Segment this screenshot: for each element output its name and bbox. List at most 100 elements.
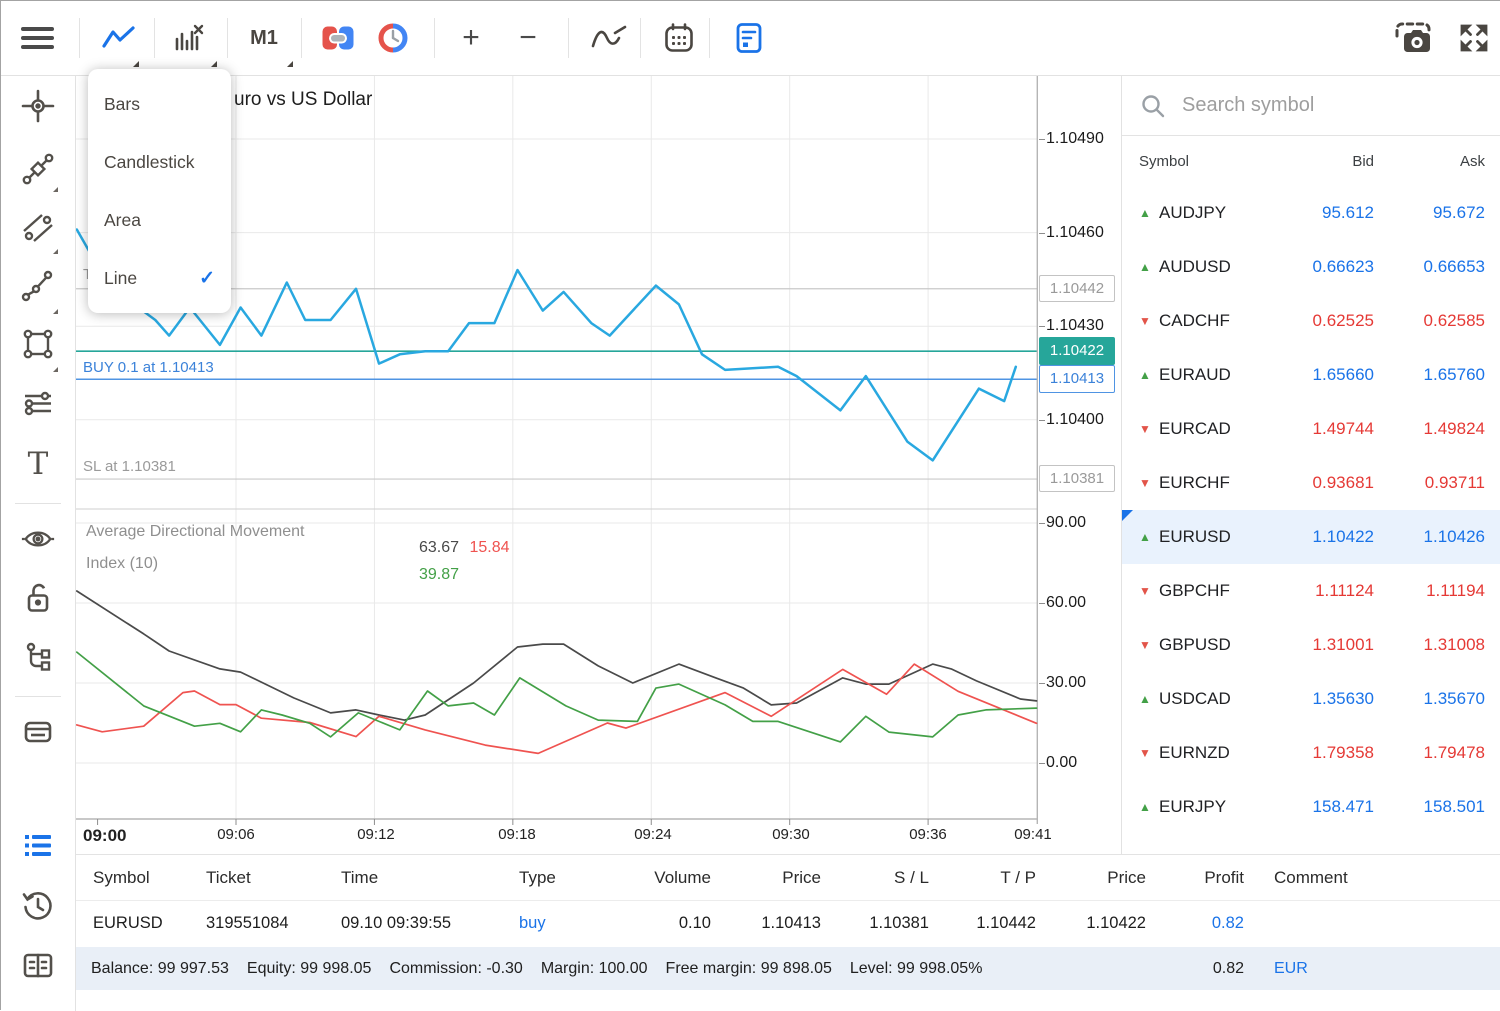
symbol-name: AUDJPY <box>1153 203 1259 223</box>
account-metric: Commission: -0.30 <box>389 960 522 978</box>
symbol-name: GBPUSD <box>1153 635 1259 655</box>
market-watch-row[interactable]: ▲ AUDJPY 95.612 95.672 <box>1122 186 1500 240</box>
account-summary: Balance: 99 997.53 Equity: 99 998.05 Commi… <box>91 960 982 978</box>
calendar-button[interactable] <box>657 16 701 60</box>
menu-item-line[interactable]: Line ✓ <box>88 249 231 307</box>
bid-price: 158.471 <box>1259 797 1374 817</box>
zoom-out-button[interactable]: − <box>506 16 550 60</box>
dropdown-marker-icon <box>211 61 217 67</box>
chart-type-button[interactable] <box>97 16 141 60</box>
market-watch-row[interactable]: ▲ EURJPY 158.471 158.501 <box>1122 780 1500 834</box>
column-ask[interactable]: Ask <box>1374 153 1485 170</box>
line-chart-icon <box>102 25 136 51</box>
search-input[interactable] <box>1180 93 1454 118</box>
objects-list-button[interactable] <box>727 16 771 60</box>
account-currency[interactable]: EUR <box>1274 960 1308 978</box>
bid-price: 1.35630 <box>1259 689 1374 709</box>
ask-price: 158.501 <box>1374 797 1485 817</box>
journal-button[interactable] <box>20 948 56 984</box>
ask-price: 1.31008 <box>1374 635 1485 655</box>
col-price-current: Price <box>1046 855 1146 900</box>
visibility-tool[interactable] <box>20 521 56 557</box>
ask-price: 1.10426 <box>1374 527 1485 547</box>
col-ticket: Ticket <box>206 855 251 900</box>
object-tree-tool[interactable] <box>20 640 56 676</box>
column-bid[interactable]: Bid <box>1259 153 1374 170</box>
market-watch-row[interactable]: ▲ USDCAD 1.35630 1.35670 <box>1122 672 1500 726</box>
screenshot-button[interactable] <box>1391 16 1435 60</box>
remove-indicator-button[interactable] <box>167 16 211 60</box>
col-volume: Volume <box>611 855 711 900</box>
bar-chart-remove-icon <box>173 24 205 52</box>
account-metric: Equity: 99 998.05 <box>247 960 372 978</box>
indicator-wave-icon <box>590 23 628 53</box>
history-button[interactable] <box>20 888 56 924</box>
cell-symbol: EURUSD <box>93 901 163 946</box>
bid-price: 0.66623 <box>1259 257 1374 277</box>
market-watch-row[interactable]: ▼ EURCAD 1.49744 1.49824 <box>1122 402 1500 456</box>
market-watch-row[interactable]: ▼ GBPCHF 1.11124 1.11194 <box>1122 564 1500 618</box>
trade-list-toggle[interactable] <box>20 828 56 864</box>
channel-tool[interactable] <box>20 210 56 246</box>
market-watch-row[interactable]: ▼ GBPUSD 1.31001 1.31008 <box>1122 618 1500 672</box>
direction-triangle-icon: ▲ <box>1139 206 1153 220</box>
indicator-title-line1[interactable]: Average Directional Movement <box>86 523 304 541</box>
market-watch-rows: ▲ AUDJPY 95.612 95.672 ▲ AUDUSD 0.66623 … <box>1122 186 1500 834</box>
bid-price: 0.93681 <box>1259 473 1374 493</box>
account-metric: Level: 99 998.05% <box>850 960 983 978</box>
toolbar-separator <box>709 18 710 58</box>
trade-panel: Symbol Ticket Time Type Volume Price S /… <box>76 854 1500 1010</box>
lock-tool[interactable] <box>20 580 56 616</box>
fullscreen-button[interactable] <box>1452 16 1496 60</box>
bid-price: 1.79358 <box>1259 743 1374 763</box>
market-watch-panel: Symbol Bid Ask ▲ AUDJPY 95.612 95.672 ▲ … <box>1121 76 1500 854</box>
plus-icon: + <box>462 23 480 53</box>
account-metric: Balance: 99 997.53 <box>91 960 229 978</box>
text-tool[interactable]: T <box>20 446 56 482</box>
market-watch-row[interactable]: ▼ CADCHF 0.62525 0.62585 <box>1122 294 1500 348</box>
symbol-search-bar <box>1122 76 1500 136</box>
market-watch-row[interactable]: ▲ AUDUSD 0.66623 0.66653 <box>1122 240 1500 294</box>
selected-corner-icon <box>1122 510 1133 521</box>
polyline-tool[interactable] <box>20 268 56 304</box>
price-axis[interactable]: 1.10490 1.10460 1.10430 1.10400 1.10442 … <box>1038 76 1121 854</box>
delete-objects-tool[interactable] <box>20 714 56 750</box>
direction-triangle-icon: ▲ <box>1139 800 1153 814</box>
price-tick: 1.10490 <box>1046 129 1104 149</box>
indicator-tick: 30.00 <box>1046 673 1086 693</box>
ask-price: 0.62585 <box>1374 311 1485 331</box>
market-watch-row[interactable]: ▲ EURUSD 1.10422 1.10426 <box>1122 510 1500 564</box>
market-watch-row[interactable]: ▼ EURNZD 1.79358 1.79478 <box>1122 726 1500 780</box>
menu-item-label: Area <box>104 210 141 231</box>
shape-tool[interactable] <box>20 326 56 362</box>
cell-sl: 1.10381 <box>829 901 929 946</box>
cell-tp: 1.10442 <box>936 901 1036 946</box>
depth-of-market-button[interactable] <box>371 16 415 60</box>
ask-price: 1.35670 <box>1374 689 1485 709</box>
one-click-trading-button[interactable] <box>316 16 360 60</box>
col-time: Time <box>341 855 378 900</box>
plus-di-value: 39.87 <box>419 566 459 583</box>
main-menu-button[interactable] <box>15 16 59 60</box>
crosshair-tool[interactable] <box>20 88 56 124</box>
market-watch-row[interactable]: ▲ EURAUD 1.65660 1.65760 <box>1122 348 1500 402</box>
bid-price: 1.11124 <box>1259 581 1374 601</box>
sl-line-label[interactable]: SL at 1.10381 <box>83 458 176 475</box>
indicators-button[interactable] <box>587 16 631 60</box>
indicator-title-line2[interactable]: Index (10) <box>86 555 158 573</box>
menu-item-area[interactable]: Area <box>88 191 231 249</box>
calendar-icon <box>663 22 695 54</box>
fibonacci-tool[interactable] <box>20 151 56 187</box>
buy-position-label[interactable]: BUY 0.1 at 1.10413 <box>83 359 214 376</box>
market-watch-row[interactable]: ▼ EURCHF 0.93681 0.93711 <box>1122 456 1500 510</box>
menu-item-bars[interactable]: Bars <box>88 75 231 133</box>
levels-tool[interactable] <box>20 386 56 422</box>
indicator-values-row2: 39.87 <box>419 566 459 584</box>
ask-price: 95.672 <box>1374 203 1485 223</box>
timeframe-button[interactable]: M1 <box>242 16 286 60</box>
column-symbol[interactable]: Symbol <box>1139 153 1259 170</box>
menu-item-candlestick[interactable]: Candlestick <box>88 133 231 191</box>
drawing-tools-sidebar: T <box>1 76 76 1011</box>
zoom-in-button[interactable]: + <box>449 16 493 60</box>
ask-price: 0.93711 <box>1374 473 1485 493</box>
